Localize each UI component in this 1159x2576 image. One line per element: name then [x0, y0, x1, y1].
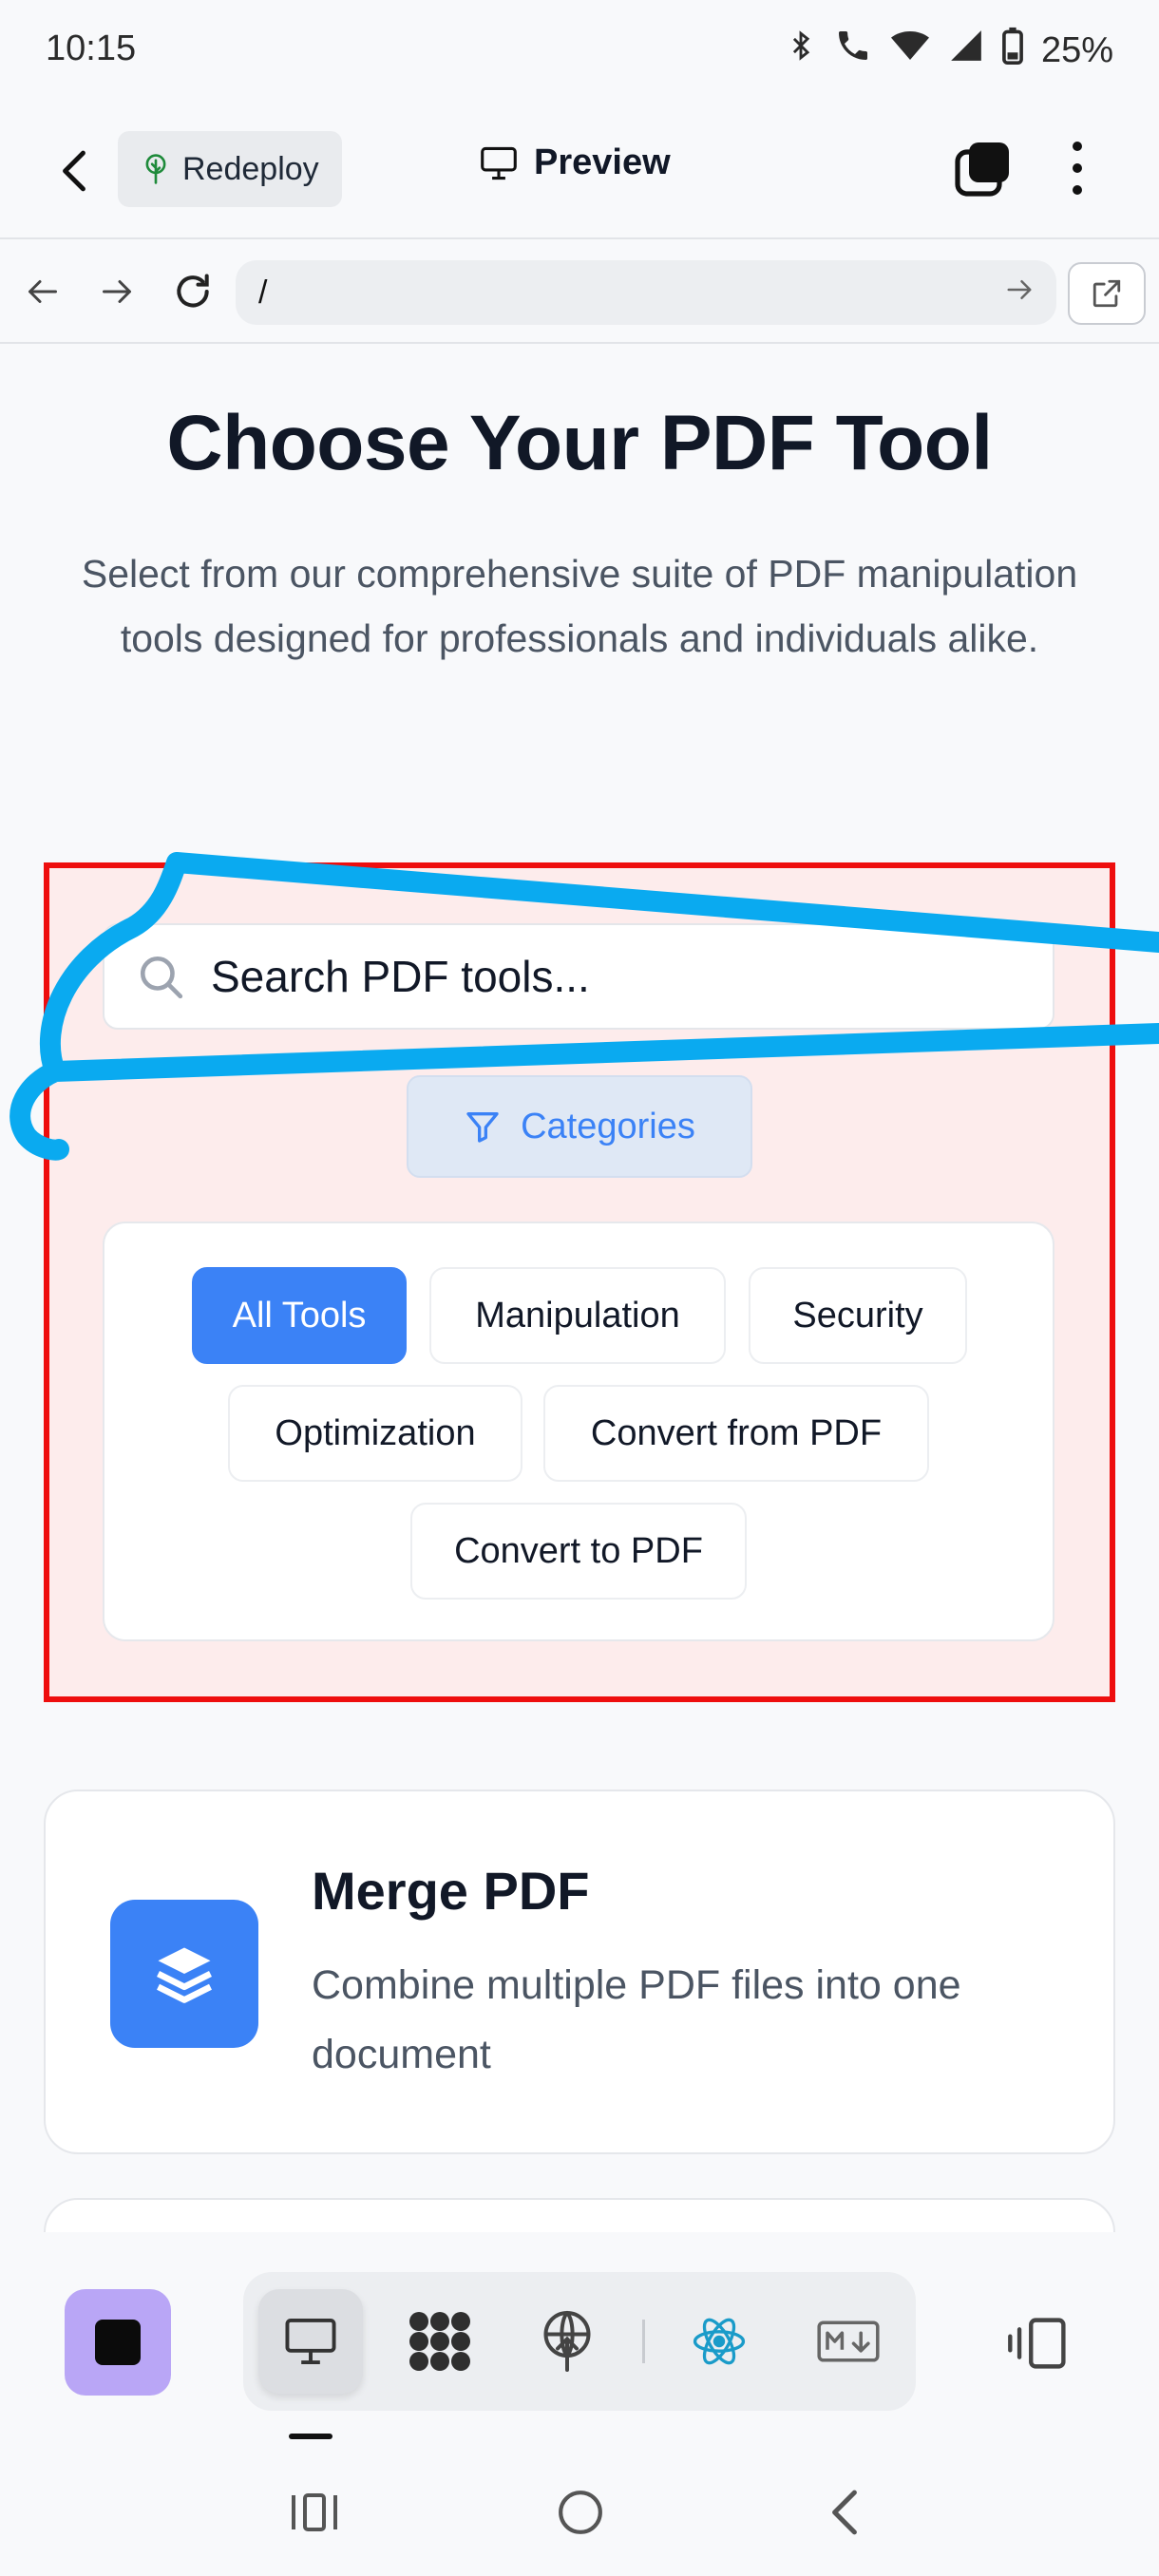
filter-icon: [466, 1112, 499, 1143]
bluetooth-icon: [785, 27, 817, 74]
chip-convert-from-pdf[interactable]: Convert from PDF: [543, 1385, 929, 1482]
signal-icon: [948, 27, 984, 74]
preview-label: Preview: [534, 142, 671, 182]
home-button[interactable]: [547, 2479, 614, 2546]
tabs-icon: [955, 142, 1009, 197]
more-menu-button[interactable]: [1054, 135, 1100, 201]
chip-all-tools[interactable]: All Tools: [192, 1267, 407, 1364]
reload-button[interactable]: [169, 268, 217, 315]
home-circle-icon: [559, 2491, 602, 2534]
arrow-left-icon: [28, 280, 57, 303]
tool-description: Combine multiple PDF files into one docu…: [312, 1962, 961, 2077]
toolbar-separator: [642, 2320, 645, 2363]
chip-convert-to-pdf[interactable]: Convert to PDF: [410, 1503, 747, 1600]
redeploy-button[interactable]: Redeploy: [118, 131, 342, 207]
status-time: 10:15: [46, 28, 137, 68]
tabs-button[interactable]: [952, 139, 1013, 199]
more-dot-icon: [1073, 185, 1082, 196]
search-input[interactable]: Search PDF tools...: [103, 923, 1054, 1030]
tool-title: Merge PDF: [312, 1861, 590, 1921]
monitor-icon: [285, 2318, 336, 2365]
monitor-icon: [481, 146, 517, 180]
categories-label: Categories: [521, 1106, 695, 1146]
device-frame-icon: [1008, 2318, 1066, 2369]
markdown-view-button[interactable]: [796, 2289, 901, 2394]
open-external-button[interactable]: [1068, 262, 1146, 325]
battery-icon: [1001, 27, 1024, 74]
more-dot-icon: [1073, 141, 1082, 151]
chip-manipulation[interactable]: Manipulation: [429, 1267, 726, 1364]
tool-icon-tile: [110, 1900, 258, 2048]
markdown-icon: [817, 2320, 880, 2362]
wifi-call-icon: [834, 27, 872, 74]
preview-tab[interactable]: Preview: [479, 142, 671, 183]
url-go-button[interactable]: [1005, 275, 1039, 310]
recents-button[interactable]: [281, 2479, 348, 2546]
project-button[interactable]: [65, 2289, 171, 2396]
tree-icon: [145, 154, 166, 184]
arrow-right-icon: [1007, 280, 1032, 299]
arrow-right-icon: [103, 280, 131, 303]
active-view-indicator: [289, 2434, 332, 2439]
page-subtitle: Select from our comprehensive suite of P…: [81, 552, 1078, 660]
more-dot-icon: [1073, 162, 1082, 173]
back-button[interactable]: [46, 133, 103, 209]
url-input[interactable]: /: [236, 260, 1056, 325]
search-placeholder: Search PDF tools...: [211, 952, 590, 1001]
chip-optimization[interactable]: Optimization: [228, 1385, 522, 1482]
nav-forward-button[interactable]: [93, 268, 141, 315]
deploy-view-button[interactable]: [515, 2289, 619, 2394]
preview-view-button[interactable]: [258, 2289, 363, 2394]
reload-icon: [177, 274, 209, 308]
device-toggle-button[interactable]: [998, 2310, 1083, 2377]
redeploy-label: Redeploy: [182, 150, 319, 187]
layers-icon: [157, 1947, 212, 2003]
recents-icon: [292, 2493, 337, 2531]
react-icon: [693, 2318, 746, 2365]
categories-button[interactable]: Categories: [407, 1075, 752, 1178]
battery-percent: 25%: [1040, 29, 1113, 70]
chevron-left-icon: [832, 2490, 857, 2535]
status-icons: 25%: [785, 27, 1113, 74]
search-icon: [140, 956, 183, 999]
chip-security[interactable]: Security: [749, 1267, 967, 1364]
project-square-icon: [95, 2320, 141, 2365]
nodes-icon: [409, 2312, 470, 2371]
react-view-button[interactable]: [667, 2289, 771, 2394]
globe-upload-icon: [543, 2311, 591, 2372]
canvas-view-button[interactable]: [388, 2289, 492, 2394]
arrow-left-icon: [63, 150, 86, 192]
system-back-button[interactable]: [811, 2479, 878, 2546]
nav-back-button[interactable]: [19, 268, 66, 315]
wifi-icon: [889, 27, 931, 74]
page-title: Choose Your PDF Tool: [166, 400, 993, 486]
external-link-icon: [1092, 279, 1121, 308]
